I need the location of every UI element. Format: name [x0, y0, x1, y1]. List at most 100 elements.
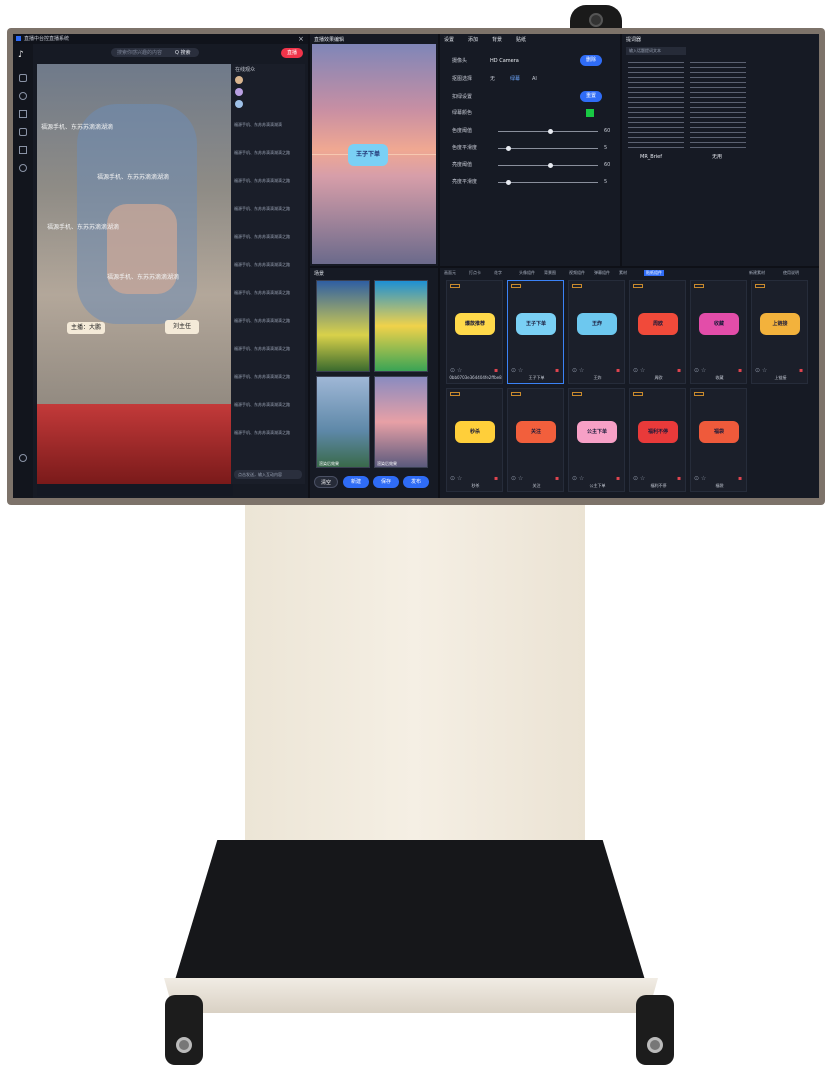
chroma-threshold-slider[interactable] — [498, 129, 598, 134]
slider-knob[interactable] — [548, 129, 553, 134]
scene-thumbnail[interactable]: 渲染后效果 — [316, 376, 370, 468]
favorite-icon[interactable]: ⊙ ☆ — [450, 367, 462, 374]
script-input[interactable]: 输入话题提词文本 — [626, 47, 686, 55]
material-tab[interactable]: 画面元 — [444, 270, 456, 276]
sticker-card[interactable]: 秒杀 ⊙ ☆ ▪ 秒杀 — [446, 388, 503, 492]
scene-thumbnail[interactable] — [374, 280, 428, 372]
sticker-card[interactable]: 王子下单 ⊙ ☆ ▪ 王子下单 — [507, 280, 564, 384]
sticker-card[interactable]: 福袋 ⊙ ☆ ▪ 福袋 — [690, 388, 747, 492]
favorite-icon[interactable]: ⊙ ☆ — [633, 367, 645, 374]
luma-threshold-slider[interactable] — [498, 163, 598, 168]
sticker-card[interactable]: 上链接 ⊙ ☆ ▪ 上链接 — [751, 280, 808, 384]
material-tab[interactable]: 弹幕组件 — [594, 270, 610, 276]
green-color-swatch[interactable] — [586, 109, 594, 117]
sticker-card[interactable]: 周欧 ⊙ ☆ ▪ 周欧 — [629, 280, 686, 384]
favorite-icon[interactable]: ⊙ ☆ — [694, 475, 706, 482]
sticker-card[interactable]: 王炸 ⊙ ☆ ▪ 王炸 — [568, 280, 625, 384]
sticker-card[interactable]: 福利不停 ⊙ ☆ ▪ 福利不停 — [629, 388, 686, 492]
friends-icon[interactable] — [19, 128, 27, 136]
publish-button[interactable]: 发布 — [403, 476, 429, 488]
favorite-icon[interactable]: ⊙ ☆ — [755, 367, 767, 374]
delete-icon[interactable]: ▪ — [677, 475, 681, 482]
favorite-icon[interactable]: ⊙ ☆ — [633, 475, 645, 482]
cutout-option-none[interactable]: 无 — [490, 76, 495, 82]
delete-icon[interactable]: ▪ — [616, 475, 620, 482]
favorite-icon[interactable]: ⊙ ☆ — [694, 367, 706, 374]
material-tab[interactable]: 打点卡 — [469, 270, 481, 276]
material-tab[interactable]: 贴纸组件 — [644, 270, 664, 276]
tab-add[interactable]: 添加 — [468, 36, 478, 43]
delete-icon[interactable]: ▪ — [494, 367, 498, 374]
search-button[interactable]: Q 搜索 — [175, 50, 191, 56]
gift-bar[interactable] — [37, 484, 233, 496]
clear-button[interactable]: 清空 — [314, 476, 338, 488]
new-material-button[interactable]: 新建素材 — [749, 270, 765, 276]
luma-smooth-slider[interactable] — [498, 180, 598, 185]
settings-icon[interactable] — [19, 454, 27, 462]
keying-label: 扣绿设置 — [452, 94, 473, 100]
delete-icon[interactable]: ▪ — [494, 475, 498, 482]
follow-icon[interactable] — [19, 110, 27, 118]
discover-icon[interactable] — [19, 92, 27, 100]
chat-input[interactable]: 点击发送，输入互动内容 — [234, 470, 302, 479]
delete-button[interactable]: 删除 — [580, 55, 602, 66]
delete-icon[interactable]: ▪ — [616, 367, 620, 374]
sticker-tag — [511, 284, 521, 288]
delete-icon[interactable]: ▪ — [799, 367, 803, 374]
delete-icon[interactable]: ▪ — [738, 475, 742, 482]
slider-knob[interactable] — [548, 163, 553, 168]
favorite-icon[interactable]: ⊙ ☆ — [572, 475, 584, 482]
scroll-text: 福源手机、东苏苏滴滴湖滴 — [107, 274, 180, 281]
home-icon[interactable] — [19, 74, 27, 82]
favorite-icon[interactable]: ⊙ ☆ — [511, 475, 523, 482]
close-icon[interactable]: × — [298, 35, 304, 43]
chroma-smooth-slider[interactable] — [498, 146, 598, 151]
script-title: 提词器 — [626, 37, 642, 43]
preview-sticker[interactable]: 王子下单 — [348, 144, 388, 166]
delete-icon[interactable]: ▪ — [738, 367, 742, 374]
promo-banner[interactable] — [37, 404, 233, 484]
tab-settings[interactable]: 设置 — [444, 36, 454, 43]
sticker-card[interactable]: 收藏 ⊙ ☆ ▪ 收藏 — [690, 280, 747, 384]
sticker-card[interactable]: 关注 ⊙ ☆ ▪ 关注 — [507, 388, 564, 492]
material-tab[interactable]: 素材 — [619, 270, 627, 276]
sticker-image: 福袋 — [699, 421, 739, 443]
left-nav: ♪ — [13, 44, 33, 498]
scene-thumbnail[interactable] — [316, 280, 370, 372]
save-button[interactable]: 保存 — [373, 476, 399, 488]
live-button[interactable]: 直播 — [281, 48, 303, 58]
tab-stickers[interactable]: 贴纸 — [516, 36, 526, 43]
camera-value[interactable]: HD Camera — [490, 58, 519, 64]
script-column-title: MR_Brief — [640, 154, 662, 160]
reset-button[interactable]: 重置 — [580, 91, 602, 102]
cutout-option-ai[interactable]: AI — [532, 76, 537, 82]
material-tab[interactable]: 视频组件 — [569, 270, 585, 276]
slider-knob[interactable] — [506, 146, 511, 151]
material-tab[interactable]: 背景图 — [544, 270, 556, 276]
sticker-label: 0bb0703e364404fe2ffbe8 — [449, 375, 502, 380]
help-link[interactable]: 使用说明 — [783, 270, 799, 276]
delete-icon[interactable]: ▪ — [555, 367, 559, 374]
favorite-icon[interactable]: ⊙ ☆ — [572, 367, 584, 374]
live-icon[interactable] — [19, 146, 27, 154]
favorite-icon[interactable]: ⊙ ☆ — [511, 367, 523, 374]
new-button[interactable]: 新建 — [343, 476, 369, 488]
sticker-label: 收藏 — [715, 375, 724, 380]
tab-background[interactable]: 背景 — [492, 36, 502, 43]
sticker-card[interactable]: 公主下单 ⊙ ☆ ▪ 公主下单 — [568, 388, 625, 492]
chat-title: 在线观众 — [235, 67, 256, 73]
streamer-badge: 主播：大鹏 — [67, 322, 105, 334]
delete-icon[interactable]: ▪ — [677, 367, 681, 374]
profile-icon[interactable] — [19, 164, 27, 172]
live-video[interactable]: 福源手机、东苏苏滴滴湖滴 福源手机、东苏苏滴滴湖滴 福源手机、东苏苏滴滴湖滴 福… — [37, 64, 233, 484]
scene-thumbnail[interactable]: 渲染后效果 — [374, 376, 428, 468]
cutout-option-green[interactable]: 绿幕 — [510, 76, 520, 82]
sticker-card[interactable]: 爆款推荐 ⊙ ☆ ▪ 0bb0703e364404fe2ffbe8 — [446, 280, 503, 384]
delete-icon[interactable]: ▪ — [555, 475, 559, 482]
material-tab[interactable]: 花字 — [494, 270, 502, 276]
slider-knob[interactable] — [506, 180, 511, 185]
preview-canvas[interactable]: 王子下单 — [312, 44, 436, 264]
favorite-icon[interactable]: ⊙ ☆ — [450, 475, 462, 482]
material-tab[interactable]: 头像组件 — [519, 270, 535, 276]
search-input[interactable]: 搜索你感兴趣的内容 Q 搜索 — [111, 48, 199, 57]
